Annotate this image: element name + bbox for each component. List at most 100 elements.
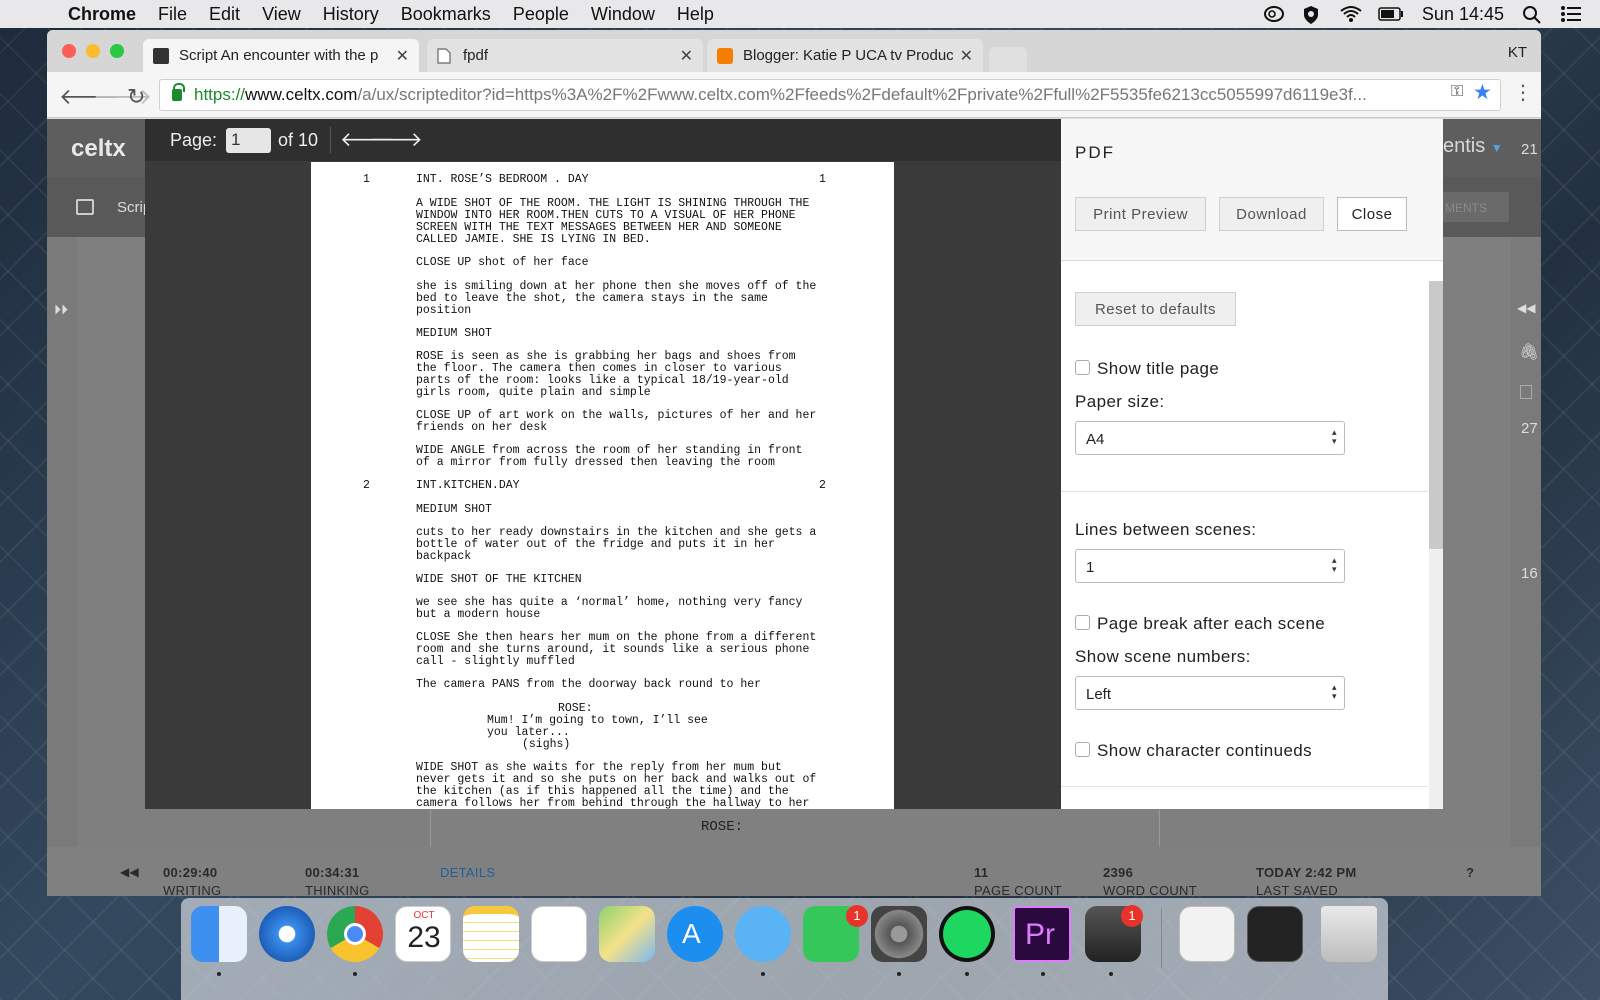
premiere-pro-icon[interactable]: Pr bbox=[1013, 906, 1071, 962]
messages-icon[interactable] bbox=[735, 906, 791, 962]
tab-strip: Script An encounter with the p ✕ fpdf ✕ … bbox=[47, 30, 1541, 72]
finder-icon[interactable] bbox=[191, 906, 247, 962]
script-line: but a modern house bbox=[416, 608, 541, 621]
menu-bookmarks[interactable]: Bookmarks bbox=[401, 4, 491, 25]
tab-title: fpdf bbox=[463, 47, 489, 64]
menu-help[interactable]: Help bbox=[677, 4, 714, 25]
profile-badge[interactable]: KT bbox=[1508, 44, 1527, 61]
menu-edit[interactable]: Edit bbox=[209, 4, 240, 25]
menu-view[interactable]: View bbox=[262, 4, 301, 25]
close-tab-icon[interactable]: ✕ bbox=[680, 46, 693, 66]
page-break-label: Page break after each scene bbox=[1097, 614, 1326, 633]
celtx-logo[interactable]: celtx bbox=[71, 135, 126, 163]
chrome-icon[interactable] bbox=[327, 906, 383, 962]
macos-dock: OCT 23 A 1 Pr 1 bbox=[181, 898, 1388, 1000]
next-page-icon[interactable]: 🡒 bbox=[369, 127, 423, 152]
edge-number: 16 bbox=[1521, 565, 1538, 582]
trash-icon[interactable] bbox=[1321, 906, 1377, 962]
safari-icon[interactable] bbox=[259, 906, 315, 962]
close-button[interactable]: Close bbox=[1337, 197, 1407, 231]
documents-stack-icon[interactable] bbox=[1247, 906, 1303, 962]
running-indicator bbox=[761, 972, 765, 976]
shield-icon[interactable] bbox=[1302, 5, 1322, 24]
script-line: cuts to her ready downstairs in the kitc… bbox=[416, 526, 817, 539]
reminders-icon[interactable] bbox=[531, 906, 587, 962]
page-break-checkbox[interactable] bbox=[1075, 615, 1090, 630]
blogger-favicon bbox=[717, 48, 733, 64]
collapse-status-icon[interactable]: ◀◀ bbox=[120, 865, 139, 879]
script-line: The camera PANS from the doorway back ro… bbox=[416, 678, 762, 691]
spotlight-search-icon[interactable] bbox=[1522, 5, 1542, 24]
minimize-window-button[interactable] bbox=[86, 44, 100, 58]
battery-icon[interactable] bbox=[1378, 5, 1404, 23]
scrollbar-thumb[interactable] bbox=[1429, 281, 1443, 549]
script-line: the floor. The camera then comes in clos… bbox=[416, 362, 782, 375]
close-tab-icon[interactable]: ✕ bbox=[396, 46, 409, 66]
pdf-panel-title: PDF bbox=[1075, 143, 1115, 162]
script-line: Mum! I’m going to town, I’ll see bbox=[487, 714, 708, 727]
close-window-button[interactable] bbox=[62, 44, 76, 58]
expand-sidebar-icon[interactable]: ⏵⏵ bbox=[54, 301, 68, 318]
show-title-page-label: Show title page bbox=[1097, 359, 1220, 378]
chevron-down-icon: ▼ bbox=[1490, 141, 1503, 155]
script-line: bottle of water out of the fridge and pu… bbox=[416, 538, 775, 551]
zoom-window-button[interactable] bbox=[110, 44, 124, 58]
menubar-clock[interactable]: Sun 14:45 bbox=[1422, 4, 1504, 25]
details-link[interactable]: DETAILS bbox=[440, 865, 495, 880]
script-line: CLOSE UP of art work on the walls, pictu… bbox=[416, 409, 817, 422]
divider bbox=[1061, 491, 1428, 492]
user-menu[interactable]: entis ▼ bbox=[1443, 135, 1503, 158]
user-name: entis bbox=[1443, 135, 1486, 157]
attachment-icon[interactable]: 🖇 bbox=[1519, 342, 1539, 362]
page-number-input[interactable]: 1 bbox=[226, 128, 271, 153]
notes-app-icon[interactable] bbox=[463, 906, 519, 962]
address-bar[interactable]: https://www.celtx.com/a/ux/scripteditor?… bbox=[159, 79, 1501, 111]
wifi-icon[interactable] bbox=[1340, 5, 1362, 23]
collapse-panel-icon[interactable]: ◀◀ bbox=[1517, 301, 1535, 315]
maps-icon[interactable] bbox=[599, 906, 655, 962]
menu-chrome[interactable]: Chrome bbox=[68, 4, 136, 25]
spotify-icon[interactable] bbox=[939, 906, 995, 962]
scene-numbers-select[interactable]: Left bbox=[1075, 676, 1345, 710]
reset-defaults-button[interactable]: Reset to defaults bbox=[1075, 292, 1236, 326]
pdf-options-panel: PDF Print Preview Download Close Reset t… bbox=[1061, 119, 1443, 809]
tab-blogger[interactable]: Blogger: Katie P UCA tv Produc ✕ bbox=[707, 39, 983, 72]
script-icon[interactable] bbox=[76, 199, 94, 215]
script-line: (sighs) bbox=[522, 738, 571, 751]
creative-cloud-icon[interactable] bbox=[1263, 5, 1284, 23]
menu-window[interactable]: Window bbox=[591, 4, 655, 25]
key-icon[interactable]: ⚿ bbox=[1451, 83, 1463, 101]
app-store-icon[interactable]: A bbox=[667, 906, 723, 962]
help-button[interactable]: ? bbox=[1466, 865, 1474, 880]
lines-between-select[interactable]: 1 bbox=[1075, 549, 1345, 583]
script-line: parts of the room: looks like a typical … bbox=[416, 374, 789, 387]
notification-center-icon[interactable] bbox=[1560, 5, 1581, 23]
tab-fpdf[interactable]: fpdf ✕ bbox=[427, 39, 703, 72]
reload-icon[interactable]: ↻ bbox=[127, 84, 145, 110]
script-line: room and she turns around, it sounds lik… bbox=[416, 643, 810, 656]
system-preferences-icon[interactable] bbox=[871, 906, 927, 962]
new-tab-button[interactable] bbox=[989, 47, 1027, 72]
downloads-stack-icon[interactable] bbox=[1179, 906, 1235, 962]
lock-icon bbox=[172, 83, 185, 101]
menu-people[interactable]: People bbox=[513, 4, 569, 25]
menu-history[interactable]: History bbox=[323, 4, 379, 25]
calendar-icon[interactable]: OCT 23 bbox=[395, 906, 451, 962]
print-preview-button[interactable]: Print Preview bbox=[1075, 197, 1206, 231]
notes-icon[interactable] bbox=[1520, 385, 1532, 399]
chrome-menu-icon[interactable]: ⋮ bbox=[1513, 80, 1533, 105]
url-scheme: https:// bbox=[194, 85, 246, 104]
download-button[interactable]: Download bbox=[1219, 197, 1324, 231]
script-line: ROSE: bbox=[558, 702, 593, 715]
paper-size-select[interactable]: A4 bbox=[1075, 421, 1345, 455]
show-title-page-checkbox[interactable] bbox=[1075, 360, 1090, 375]
character-continueds-checkbox[interactable] bbox=[1075, 742, 1090, 757]
script-line: CALLED JAMIE. SHE IS LYING IN BED. bbox=[416, 233, 651, 246]
tab-celtx-script[interactable]: Script An encounter with the p ✕ bbox=[143, 39, 419, 72]
menu-file[interactable]: File bbox=[158, 4, 187, 25]
panel-scrollbar[interactable] bbox=[1429, 281, 1443, 809]
page-total: of 10 bbox=[278, 130, 319, 150]
bookmark-star-icon[interactable]: ★ bbox=[1473, 80, 1492, 105]
close-tab-icon[interactable]: ✕ bbox=[960, 46, 973, 66]
running-indicator bbox=[1109, 972, 1113, 976]
